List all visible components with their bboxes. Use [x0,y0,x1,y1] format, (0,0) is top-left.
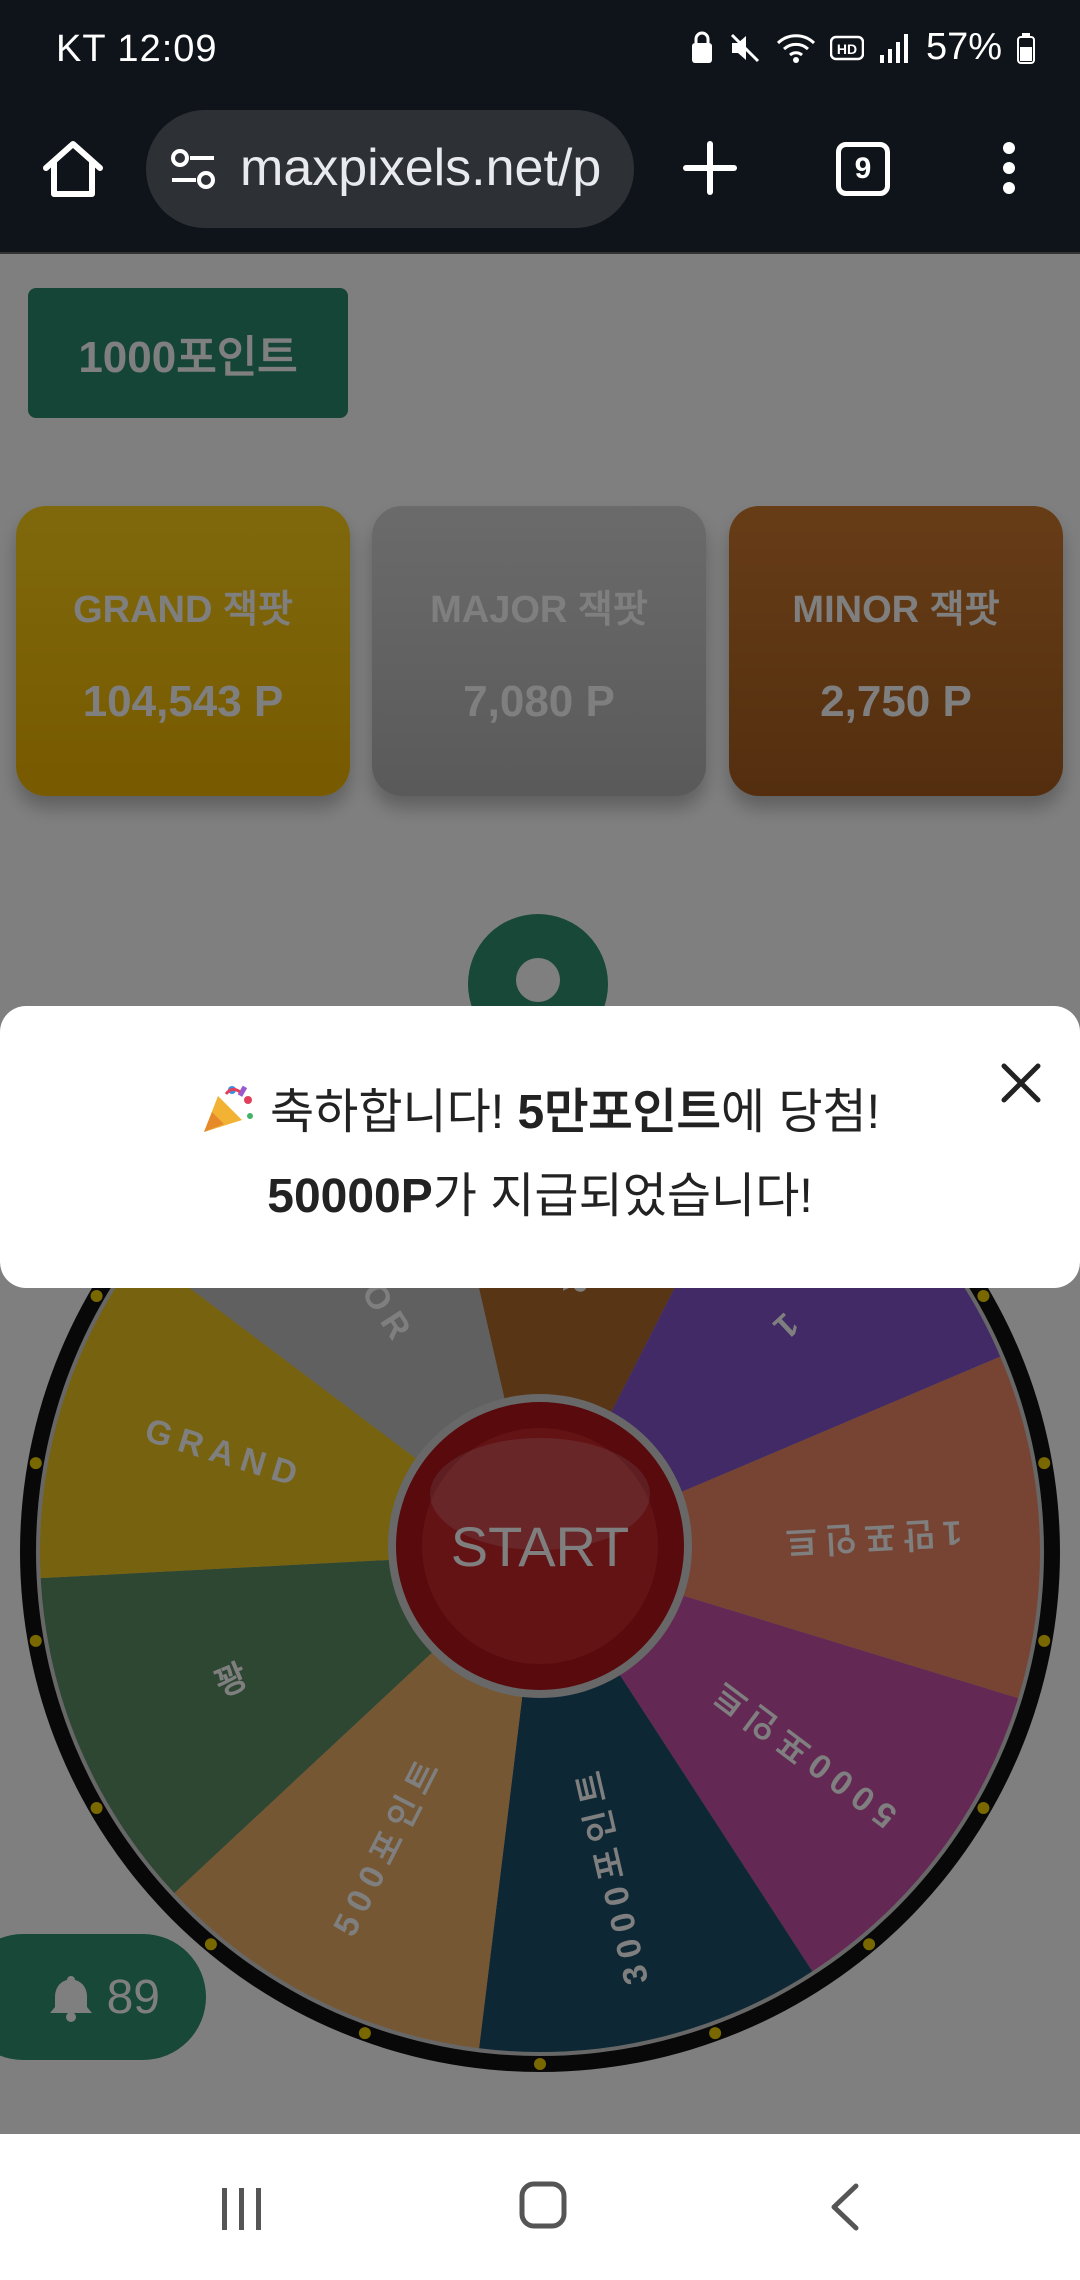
tab-switcher-button[interactable]: 9 [836,142,890,196]
svg-text:HD: HD [837,41,857,57]
status-icons: HD 57% [690,26,1036,69]
site-settings-icon[interactable] [168,146,220,192]
toast-line-1: 축하합니다! 5만포인트에 당첨! [0,1072,1080,1142]
back-icon[interactable] [826,2182,866,2232]
new-tab-icon[interactable] [680,138,740,198]
battery-icon [1017,32,1035,64]
more-menu-icon[interactable] [994,138,1024,198]
win-notification-toast: 축하합니다! 5만포인트에 당첨! 50000P가 지급되었습니다! [0,1006,1080,1288]
toast-prize: 5만포인트 [517,1086,721,1139]
address-bar[interactable]: maxpixels.net/p [146,110,634,228]
signal-icon [879,33,908,63]
party-popper-icon [204,1085,253,1132]
carrier-time: KT 12:09 [56,28,218,70]
toast-amount: 50000P [267,1170,433,1223]
home-icon[interactable] [38,134,108,204]
system-nav-bar [0,2134,1080,2280]
toast-line-2: 50000P가 지급되었습니다! [267,1170,813,1223]
lock-icon [691,31,712,63]
url-text: maxpixels.net/p [240,139,602,197]
close-icon[interactable] [996,1058,1046,1108]
status-bar: KT 12:09 HD 57% [0,0,1080,100]
browser-toolbar: maxpixels.net/p 9 [0,100,1080,254]
nav-home-icon[interactable] [518,2180,568,2230]
battery-percent: 57% [925,26,1002,68]
mute-icon [730,33,759,62]
hd-icon: HD [829,35,864,60]
wifi-icon [776,33,815,63]
recent-apps-icon[interactable] [218,2184,266,2234]
